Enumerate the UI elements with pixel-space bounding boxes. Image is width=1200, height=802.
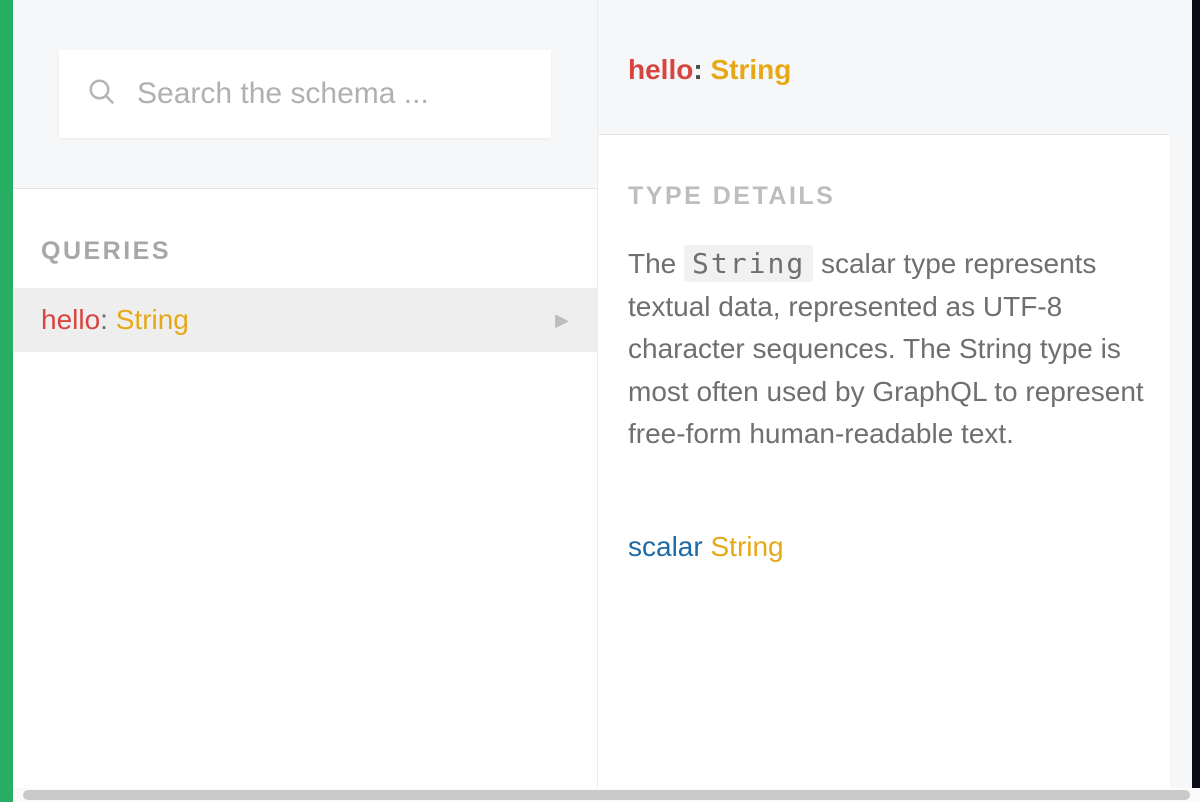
desc-code: String bbox=[684, 245, 813, 282]
field-header-name: hello bbox=[628, 54, 693, 85]
colon: : bbox=[100, 304, 116, 335]
search-block bbox=[13, 0, 597, 189]
right-border-bar bbox=[1192, 0, 1200, 788]
scalar-keyword: scalar bbox=[628, 531, 703, 562]
scalar-type-name: String bbox=[710, 531, 783, 562]
app-root: QUERIES hello: String ▶ hello: String TY… bbox=[0, 0, 1200, 802]
colon: : bbox=[693, 54, 710, 85]
search-icon bbox=[87, 77, 117, 112]
query-field-type: String bbox=[116, 304, 189, 335]
field-header: hello: String bbox=[598, 0, 1200, 135]
type-details-description: The String scalar type represents textua… bbox=[628, 243, 1170, 456]
scrollbar-thumb[interactable] bbox=[23, 790, 1190, 800]
field-header-type: String bbox=[710, 54, 791, 85]
panels: QUERIES hello: String ▶ hello: String TY… bbox=[13, 0, 1200, 788]
scalar-definition: scalar String bbox=[628, 526, 1170, 569]
schema-sidebar: QUERIES hello: String ▶ bbox=[13, 0, 598, 788]
desc-part-before: The bbox=[628, 248, 684, 279]
queries-heading: QUERIES bbox=[13, 189, 597, 288]
main-region: QUERIES hello: String ▶ hello: String TY… bbox=[13, 0, 1200, 802]
query-item-label: hello: String bbox=[41, 304, 189, 336]
horizontal-scrollbar[interactable] bbox=[13, 788, 1200, 802]
right-padding-strip bbox=[1170, 0, 1192, 788]
chevron-right-icon: ▶ bbox=[555, 310, 569, 331]
query-item-hello[interactable]: hello: String ▶ bbox=[13, 288, 597, 352]
search-input[interactable] bbox=[137, 77, 523, 111]
type-details-heading: TYPE DETAILS bbox=[628, 177, 1170, 215]
details-panel: hello: String TYPE DETAILS The String sc… bbox=[598, 0, 1200, 788]
type-details: TYPE DETAILS The String scalar type repr… bbox=[598, 135, 1200, 598]
left-accent-bar bbox=[0, 0, 13, 802]
query-field-name: hello bbox=[41, 304, 100, 335]
search-field-wrapper[interactable] bbox=[59, 50, 551, 138]
